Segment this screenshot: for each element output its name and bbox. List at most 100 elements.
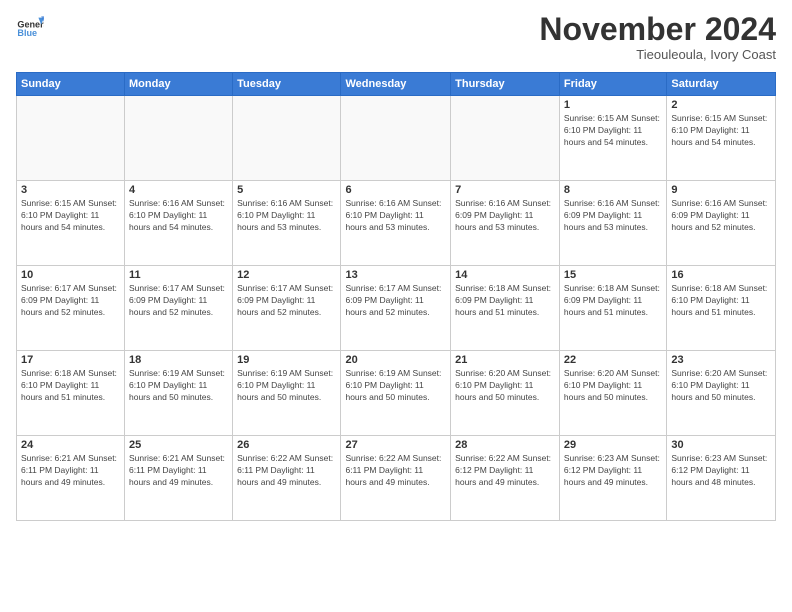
- day-number: 3: [21, 184, 120, 196]
- day-number: 22: [564, 354, 662, 366]
- day-number: 10: [21, 269, 120, 281]
- calendar-cell: 9Sunrise: 6:16 AM Sunset: 6:09 PM Daylig…: [667, 181, 776, 266]
- day-detail: Sunrise: 6:22 AM Sunset: 6:11 PM Dayligh…: [345, 453, 446, 489]
- day-number: 16: [671, 269, 771, 281]
- header-monday: Monday: [125, 73, 233, 96]
- calendar-header-row: Sunday Monday Tuesday Wednesday Thursday…: [17, 73, 776, 96]
- location-subtitle: Tieouleoula, Ivory Coast: [539, 47, 776, 62]
- day-number: 8: [564, 184, 662, 196]
- day-number: 14: [455, 269, 555, 281]
- header-friday: Friday: [559, 73, 666, 96]
- day-detail: Sunrise: 6:18 AM Sunset: 6:10 PM Dayligh…: [671, 283, 771, 319]
- day-detail: Sunrise: 6:17 AM Sunset: 6:09 PM Dayligh…: [21, 283, 120, 319]
- day-detail: Sunrise: 6:19 AM Sunset: 6:10 PM Dayligh…: [345, 368, 446, 404]
- calendar-cell: 26Sunrise: 6:22 AM Sunset: 6:11 PM Dayli…: [233, 436, 341, 521]
- page-container: General Blue November 2024 Tieouleoula, …: [0, 0, 792, 529]
- calendar-week-3: 10 Sunrise: 6:17 AM Sunset: 6:09 PM Dayli…: [17, 266, 776, 351]
- day-number: 15: [564, 269, 662, 281]
- logo-icon: General Blue: [16, 12, 44, 40]
- day-number: 28: [455, 439, 555, 451]
- day-number: 21: [455, 354, 555, 366]
- calendar-cell: 3 Sunrise: 6:15 AM Sunset: 6:10 PM Daylig…: [17, 181, 125, 266]
- day-detail: Sunrise: 6:17 AM Sunset: 6:09 PM Dayligh…: [129, 283, 228, 319]
- day-number: 30: [671, 439, 771, 451]
- header-saturday: Saturday: [667, 73, 776, 96]
- calendar-cell: 11Sunrise: 6:17 AM Sunset: 6:09 PM Dayli…: [125, 266, 233, 351]
- calendar-cell: 2Sunrise: 6:15 AM Sunset: 6:10 PM Daylig…: [667, 96, 776, 181]
- calendar-cell: 1Sunrise: 6:15 AM Sunset: 6:10 PM Daylig…: [559, 96, 666, 181]
- calendar-cell: 12 Sunrise: 6:17 AM Sunset: 6:09 PM Dayli…: [233, 266, 341, 351]
- day-number: 24: [21, 439, 120, 451]
- calendar-week-4: 17 Sunrise: 6:18 AM Sunset: 6:10 PM Dayli…: [17, 351, 776, 436]
- day-detail: Sunrise: 6:20 AM Sunset: 6:10 PM Dayligh…: [564, 368, 662, 404]
- day-detail: Sunrise: 6:21 AM Sunset: 6:11 PM Dayligh…: [129, 453, 228, 489]
- calendar-cell: 13 Sunrise: 6:17 AM Sunset: 6:09 PM Dayli…: [341, 266, 451, 351]
- calendar-cell: 30 Sunrise: 6:23 AM Sunset: 6:12 PM Dayli…: [667, 436, 776, 521]
- day-number: 13: [345, 269, 446, 281]
- calendar-cell: 16 Sunrise: 6:18 AM Sunset: 6:10 PM Dayli…: [667, 266, 776, 351]
- day-number: 25: [129, 439, 228, 451]
- day-detail: Sunrise: 6:15 AM Sunset: 6:10 PM Dayligh…: [564, 113, 662, 149]
- svg-text:Blue: Blue: [17, 28, 37, 38]
- day-detail: Sunrise: 6:16 AM Sunset: 6:09 PM Dayligh…: [455, 198, 555, 234]
- calendar-table: Sunday Monday Tuesday Wednesday Thursday…: [16, 72, 776, 521]
- calendar-cell: 28Sunrise: 6:22 AM Sunset: 6:12 PM Dayli…: [451, 436, 560, 521]
- day-detail: Sunrise: 6:16 AM Sunset: 6:10 PM Dayligh…: [345, 198, 446, 234]
- header-sunday: Sunday: [17, 73, 125, 96]
- header-tuesday: Tuesday: [233, 73, 341, 96]
- calendar-cell: [233, 96, 341, 181]
- day-detail: Sunrise: 6:17 AM Sunset: 6:09 PM Dayligh…: [345, 283, 446, 319]
- calendar-cell: 6 Sunrise: 6:16 AM Sunset: 6:10 PM Daylig…: [341, 181, 451, 266]
- day-detail: Sunrise: 6:19 AM Sunset: 6:10 PM Dayligh…: [237, 368, 336, 404]
- day-detail: Sunrise: 6:22 AM Sunset: 6:11 PM Dayligh…: [237, 453, 336, 489]
- day-number: 2: [671, 99, 771, 111]
- calendar-cell: 18Sunrise: 6:19 AM Sunset: 6:10 PM Dayli…: [125, 351, 233, 436]
- day-number: 5: [237, 184, 336, 196]
- month-title: November 2024: [539, 12, 776, 47]
- calendar-cell: 23 Sunrise: 6:20 AM Sunset: 6:10 PM Dayli…: [667, 351, 776, 436]
- day-detail: Sunrise: 6:18 AM Sunset: 6:09 PM Dayligh…: [564, 283, 662, 319]
- title-block: November 2024 Tieouleoula, Ivory Coast: [539, 12, 776, 62]
- calendar-cell: 21 Sunrise: 6:20 AM Sunset: 6:10 PM Dayli…: [451, 351, 560, 436]
- calendar-cell: 24 Sunrise: 6:21 AM Sunset: 6:11 PM Dayli…: [17, 436, 125, 521]
- day-detail: Sunrise: 6:16 AM Sunset: 6:10 PM Dayligh…: [237, 198, 336, 234]
- day-detail: Sunrise: 6:16 AM Sunset: 6:09 PM Dayligh…: [671, 198, 771, 234]
- calendar-cell: 25 Sunrise: 6:21 AM Sunset: 6:11 PM Dayli…: [125, 436, 233, 521]
- day-detail: Sunrise: 6:15 AM Sunset: 6:10 PM Dayligh…: [21, 198, 120, 234]
- calendar-cell: 8Sunrise: 6:16 AM Sunset: 6:09 PM Daylig…: [559, 181, 666, 266]
- day-number: 4: [129, 184, 228, 196]
- day-number: 19: [237, 354, 336, 366]
- calendar-week-5: 24 Sunrise: 6:21 AM Sunset: 6:11 PM Dayli…: [17, 436, 776, 521]
- header-thursday: Thursday: [451, 73, 560, 96]
- day-number: 17: [21, 354, 120, 366]
- day-number: 6: [345, 184, 446, 196]
- day-detail: Sunrise: 6:18 AM Sunset: 6:10 PM Dayligh…: [21, 368, 120, 404]
- calendar-cell: 10 Sunrise: 6:17 AM Sunset: 6:09 PM Dayli…: [17, 266, 125, 351]
- calendar-cell: 27 Sunrise: 6:22 AM Sunset: 6:11 PM Dayli…: [341, 436, 451, 521]
- day-number: 7: [455, 184, 555, 196]
- calendar-cell: 20Sunrise: 6:19 AM Sunset: 6:10 PM Dayli…: [341, 351, 451, 436]
- day-detail: Sunrise: 6:23 AM Sunset: 6:12 PM Dayligh…: [671, 453, 771, 489]
- day-number: 12: [237, 269, 336, 281]
- day-number: 29: [564, 439, 662, 451]
- day-detail: Sunrise: 6:17 AM Sunset: 6:09 PM Dayligh…: [237, 283, 336, 319]
- calendar-cell: [451, 96, 560, 181]
- calendar-cell: [125, 96, 233, 181]
- header: General Blue November 2024 Tieouleoula, …: [16, 12, 776, 62]
- calendar-cell: 22 Sunrise: 6:20 AM Sunset: 6:10 PM Dayli…: [559, 351, 666, 436]
- day-number: 27: [345, 439, 446, 451]
- day-detail: Sunrise: 6:18 AM Sunset: 6:09 PM Dayligh…: [455, 283, 555, 319]
- day-number: 23: [671, 354, 771, 366]
- calendar-cell: 14 Sunrise: 6:18 AM Sunset: 6:09 PM Dayli…: [451, 266, 560, 351]
- day-detail: Sunrise: 6:19 AM Sunset: 6:10 PM Dayligh…: [129, 368, 228, 404]
- logo: General Blue: [16, 12, 44, 40]
- header-wednesday: Wednesday: [341, 73, 451, 96]
- day-detail: Sunrise: 6:20 AM Sunset: 6:10 PM Dayligh…: [455, 368, 555, 404]
- calendar-cell: [341, 96, 451, 181]
- calendar-week-2: 3 Sunrise: 6:15 AM Sunset: 6:10 PM Daylig…: [17, 181, 776, 266]
- calendar-cell: 19 Sunrise: 6:19 AM Sunset: 6:10 PM Dayli…: [233, 351, 341, 436]
- calendar-cell: 5 Sunrise: 6:16 AM Sunset: 6:10 PM Daylig…: [233, 181, 341, 266]
- day-detail: Sunrise: 6:21 AM Sunset: 6:11 PM Dayligh…: [21, 453, 120, 489]
- calendar-cell: 17 Sunrise: 6:18 AM Sunset: 6:10 PM Dayli…: [17, 351, 125, 436]
- day-detail: Sunrise: 6:20 AM Sunset: 6:10 PM Dayligh…: [671, 368, 771, 404]
